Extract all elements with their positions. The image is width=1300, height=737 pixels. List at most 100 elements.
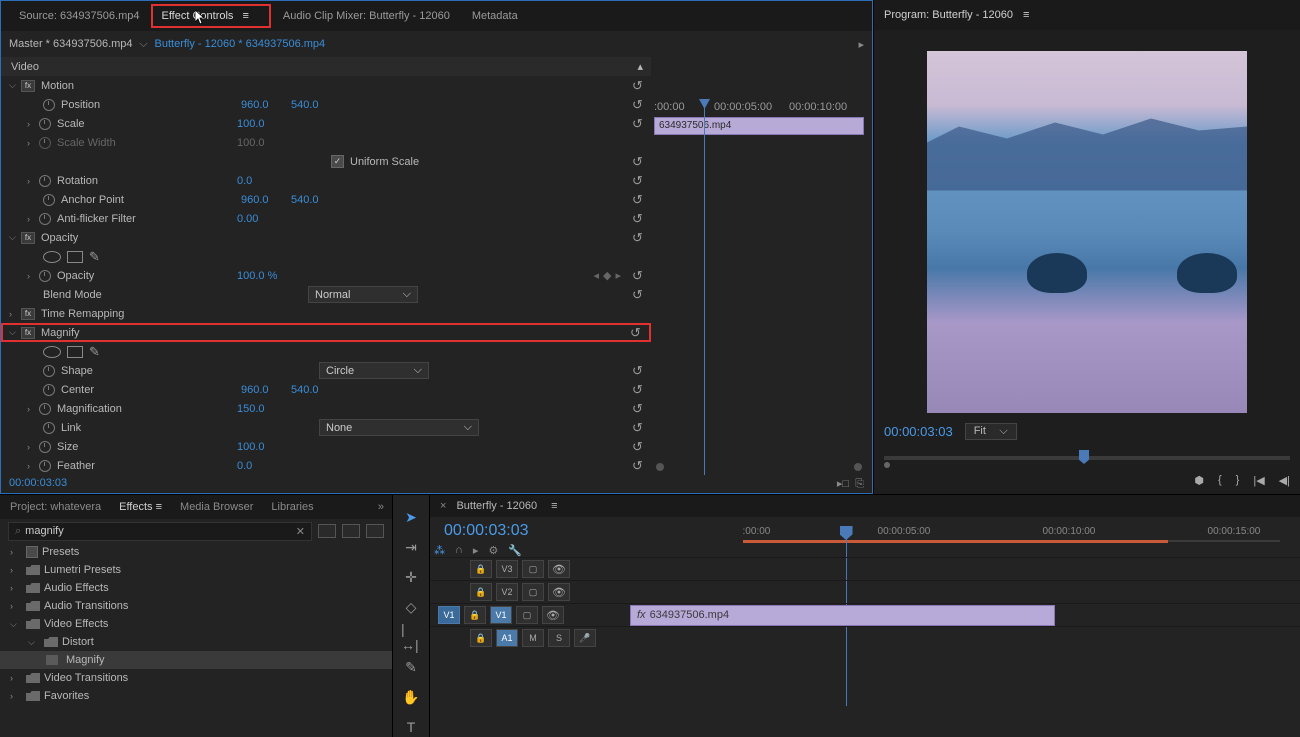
shape-dropdown[interactable]: Circle⌵ bbox=[319, 362, 429, 379]
twisty-icon[interactable]: › bbox=[27, 214, 39, 224]
ellipse-mask-icon[interactable] bbox=[43, 251, 61, 263]
pen-mask-icon[interactable]: ✎ bbox=[89, 249, 100, 265]
selection-tool-icon[interactable]: ➤ bbox=[401, 507, 421, 527]
fx-badge-icon[interactable]: fx bbox=[21, 80, 35, 92]
tree-magnify-effect[interactable]: Magnify bbox=[0, 651, 392, 669]
time-remapping-row[interactable]: ›fxTime Remapping bbox=[1, 304, 651, 323]
antiflicker-value[interactable]: 0.00 bbox=[237, 213, 287, 225]
collapse-icon[interactable]: ▴ bbox=[637, 60, 643, 73]
clear-search-icon[interactable]: ✕ bbox=[296, 525, 305, 538]
tree-favorites[interactable]: ›Favorites bbox=[0, 687, 392, 705]
sync-lock-icon[interactable]: ▢ bbox=[522, 583, 544, 601]
ec-playhead[interactable] bbox=[704, 101, 705, 475]
tree-video-transitions[interactable]: ›Video Transitions bbox=[0, 669, 392, 687]
marker-icon[interactable]: ⬢ bbox=[1194, 474, 1204, 487]
zoom-handle-right[interactable] bbox=[854, 463, 862, 471]
reset-icon[interactable]: ↻ bbox=[632, 230, 643, 246]
reset-icon[interactable]: ↻ bbox=[632, 211, 643, 227]
lock-icon[interactable]: 🔒 bbox=[464, 606, 486, 624]
source-patch[interactable]: V1 bbox=[438, 606, 460, 624]
ripple-edit-tool-icon[interactable]: ✛ bbox=[401, 567, 421, 587]
ec-zoom-scroll[interactable] bbox=[656, 463, 862, 471]
feather-value[interactable]: 0.0 bbox=[237, 460, 287, 472]
link-dropdown[interactable]: None⌵ bbox=[319, 419, 479, 436]
marker-icon[interactable]: ▸ bbox=[473, 544, 479, 557]
reset-icon[interactable]: ↻ bbox=[632, 458, 643, 474]
reset-icon[interactable]: ↻ bbox=[632, 78, 643, 94]
tree-video-effects[interactable]: ⌵Video Effects bbox=[0, 615, 392, 633]
zoom-fit-dropdown[interactable]: Fit⌵ bbox=[965, 423, 1017, 440]
linked-selection-icon[interactable]: ∩ bbox=[455, 544, 463, 556]
ec-clip-bar[interactable]: 634937506.mp4 bbox=[654, 117, 864, 135]
twisty-icon[interactable]: › bbox=[27, 461, 39, 471]
razor-tool-icon[interactable]: ◇ bbox=[401, 597, 421, 617]
accelerated-filter-icon[interactable] bbox=[318, 524, 336, 538]
tree-audio-transitions[interactable]: ›Audio Transitions bbox=[0, 597, 392, 615]
program-scrubber[interactable] bbox=[884, 446, 1290, 466]
ec-footer-icons[interactable]: ▸□ ⎘ bbox=[837, 477, 864, 491]
magnification-value[interactable]: 150.0 bbox=[237, 403, 287, 415]
size-value[interactable]: 100.0 bbox=[237, 441, 287, 453]
panel-menu-icon[interactable]: ≡ bbox=[156, 501, 162, 513]
reset-icon[interactable]: ↻ bbox=[632, 401, 643, 417]
sync-lock-icon[interactable]: ▢ bbox=[522, 560, 544, 578]
track-target[interactable]: V2 bbox=[496, 583, 518, 601]
overflow-icon[interactable]: » bbox=[378, 501, 384, 513]
lane-v2[interactable] bbox=[630, 580, 1300, 603]
lock-icon[interactable]: 🔒 bbox=[470, 583, 492, 601]
timeline-timecode[interactable]: 00:00:03:03 bbox=[430, 518, 543, 544]
fx-badge-icon[interactable]: fx bbox=[21, 232, 35, 244]
ec-mini-timeline[interactable]: :00:00 00:00:05:00 00:00:10:00 634937506… bbox=[654, 101, 864, 135]
tree-audio-effects[interactable]: ›Audio Effects bbox=[0, 579, 392, 597]
tab-media-browser[interactable]: Media Browser bbox=[180, 501, 253, 513]
stopwatch-icon[interactable] bbox=[39, 270, 51, 282]
yuv-filter-icon[interactable] bbox=[366, 524, 384, 538]
rect-mask-icon[interactable] bbox=[67, 251, 83, 263]
track-select-tool-icon[interactable]: ⇥ bbox=[401, 537, 421, 557]
rect-mask-icon[interactable] bbox=[67, 346, 83, 358]
32bit-filter-icon[interactable] bbox=[342, 524, 360, 538]
mute-button[interactable]: M bbox=[522, 629, 544, 647]
fx-badge-icon[interactable]: fx bbox=[21, 308, 35, 320]
anchor-x[interactable]: 960.0 bbox=[241, 194, 291, 206]
reset-icon[interactable]: ↻ bbox=[630, 325, 641, 341]
reset-icon[interactable]: ↻ bbox=[632, 268, 643, 284]
track-a1-header[interactable]: 🔒A1MS🎤 bbox=[430, 626, 630, 649]
sequence-tab[interactable]: ×Butterfly - 12060≡ bbox=[430, 495, 1300, 517]
zoom-handle[interactable] bbox=[884, 462, 890, 468]
twisty-icon[interactable]: ⌵ bbox=[9, 232, 21, 243]
stopwatch-icon[interactable] bbox=[39, 175, 51, 187]
eye-icon[interactable]: 👁 bbox=[548, 560, 570, 578]
twisty-icon[interactable]: › bbox=[27, 271, 39, 281]
twisty-icon[interactable]: › bbox=[27, 442, 39, 452]
eye-icon[interactable]: 👁 bbox=[548, 583, 570, 601]
twisty-icon[interactable]: ⌵ bbox=[9, 327, 21, 338]
uniform-scale-checkbox[interactable]: ✓ bbox=[331, 155, 344, 168]
tree-presets[interactable]: ›Presets bbox=[0, 543, 392, 561]
reset-icon[interactable]: ↻ bbox=[632, 154, 643, 170]
position-x[interactable]: 960.0 bbox=[241, 99, 291, 111]
search-input[interactable] bbox=[25, 525, 296, 537]
hand-tool-icon[interactable]: ✋ bbox=[401, 687, 421, 707]
reset-icon[interactable]: ↻ bbox=[632, 439, 643, 455]
magnify-effect-row[interactable]: ⌵fxMagnify↻ bbox=[1, 323, 651, 342]
tab-audio-mixer[interactable]: Audio Clip Mixer: Butterfly - 12060 bbox=[273, 4, 460, 28]
tab-effect-controls[interactable]: Effect Controls ≡ bbox=[151, 4, 270, 28]
stopwatch-icon[interactable] bbox=[43, 422, 55, 434]
stopwatch-icon[interactable] bbox=[43, 365, 55, 377]
track-target[interactable]: A1 bbox=[496, 629, 518, 647]
zoom-handle-left[interactable] bbox=[656, 463, 664, 471]
tree-distort[interactable]: ⌵Distort bbox=[0, 633, 392, 651]
twisty-icon[interactable]: › bbox=[27, 176, 39, 186]
pen-tool-icon[interactable]: ✎ bbox=[401, 657, 421, 677]
tab-metadata[interactable]: Metadata bbox=[462, 4, 528, 28]
lane-a1[interactable] bbox=[630, 626, 1300, 649]
tab-project[interactable]: Project: whatevera bbox=[10, 501, 101, 513]
lock-icon[interactable]: 🔒 bbox=[470, 560, 492, 578]
twisty-icon[interactable]: ⌵ bbox=[9, 80, 21, 91]
fx-badge-icon[interactable]: fx bbox=[21, 327, 35, 339]
tab-effects[interactable]: Effects ≡ bbox=[119, 501, 162, 513]
reset-icon[interactable]: ↻ bbox=[632, 97, 643, 113]
step-back-icon[interactable]: ◀| bbox=[1279, 474, 1290, 487]
clip-link[interactable]: Butterfly - 12060 * 634937506.mp4 bbox=[155, 38, 326, 50]
